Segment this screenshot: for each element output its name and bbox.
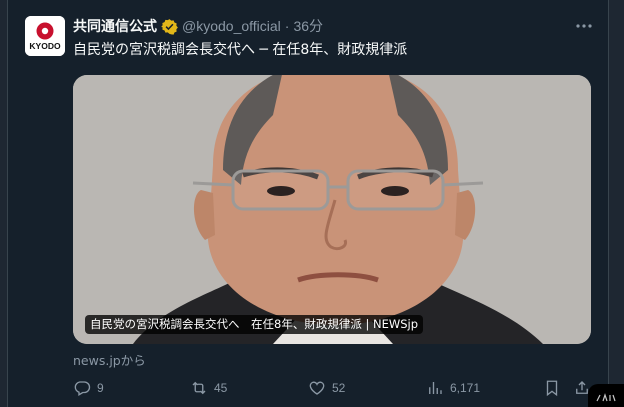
like-button[interactable]: 52: [308, 376, 345, 400]
link-card[interactable]: 自民党の宮沢税調会長交代へ 在任8年、財政規律派 | NEWSjp: [73, 75, 591, 344]
more-options-icon[interactable]: [573, 15, 595, 37]
verified-badge-icon: [161, 18, 178, 35]
author-name[interactable]: 共同通信公式: [73, 16, 157, 36]
views-chart-icon: [429, 382, 442, 394]
kyodo-logo-icon: KYODO: [25, 16, 65, 56]
reply-count: 9: [97, 381, 104, 395]
avatar[interactable]: KYODO: [25, 16, 65, 56]
screen-corner-overlay: [588, 384, 624, 407]
card-caption: 自民党の宮沢税調会長交代へ 在任8年、財政規律派 | NEWSjp: [85, 315, 424, 334]
retweet-button[interactable]: 45: [190, 376, 227, 400]
card-photo: [73, 75, 591, 344]
tweet-header: 共同通信公式 @kyodo_official · 36分: [73, 15, 323, 37]
reply-button[interactable]: 9: [73, 376, 104, 400]
views-button[interactable]: 6,171: [426, 376, 480, 400]
bookmark-icon: [546, 380, 558, 397]
tweet-timestamp[interactable]: 36分: [293, 16, 323, 36]
bookmark-button[interactable]: [543, 376, 561, 400]
window-frame-left: [0, 0, 8, 407]
author-handle[interactable]: @kyodo_official: [182, 18, 281, 34]
retweet-icon: [192, 381, 206, 395]
views-count: 6,171: [450, 381, 481, 395]
header-separator: ·: [284, 18, 290, 34]
avatar-logo-text: KYODO: [29, 41, 61, 51]
heart-icon: [309, 381, 325, 395]
window-frame-right: [608, 0, 624, 407]
card-source[interactable]: news.jpから: [73, 350, 146, 369]
tweet-text: 自民党の宮沢税調会長交代へ ─ 在任8年、財政規律派: [73, 42, 408, 58]
like-count: 52: [332, 381, 346, 395]
action-bar: 9 45 52 6,171: [73, 376, 603, 400]
retweet-count: 45: [214, 381, 228, 395]
tweet[interactable]: KYODO 共同通信公式 @kyodo_official · 36分 自民党の宮…: [9, 0, 608, 407]
reply-icon: [74, 381, 91, 396]
overlay-glyph-icon: [596, 393, 616, 402]
